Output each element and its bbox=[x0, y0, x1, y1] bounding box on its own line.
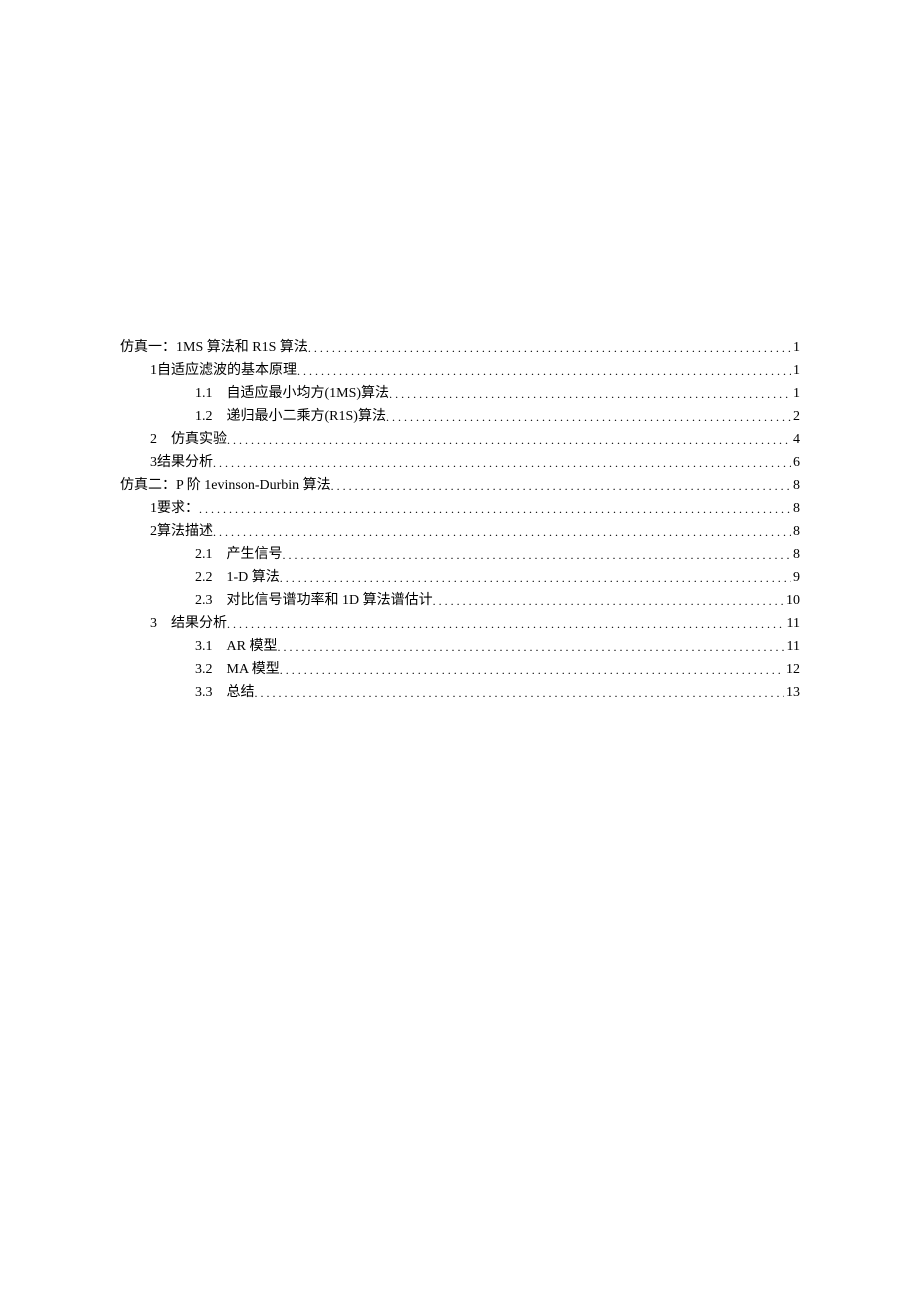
toc-entry-page: 1 bbox=[791, 336, 800, 359]
toc-entry-number: 2.2 bbox=[195, 566, 213, 589]
toc-entry-title: 1-D 算法 bbox=[227, 566, 280, 589]
toc-entry-page: 8 bbox=[791, 474, 800, 497]
toc-entry-number: 3.1 bbox=[195, 635, 213, 658]
toc-leader-dots bbox=[280, 567, 791, 590]
toc-entry-title: 对比信号谱功率和 1D 算法谱估计 bbox=[227, 589, 433, 612]
toc-entry-title: 仿真一：1MS 算法和 R1S 算法 bbox=[120, 336, 308, 359]
toc-entry-title: 结果分析 bbox=[171, 612, 227, 635]
toc-leader-dots bbox=[297, 360, 791, 383]
toc-entry-number: 1.2 bbox=[195, 405, 213, 428]
toc-entry: 2 仿真实验 4 bbox=[120, 428, 800, 451]
toc-entry-page: 12 bbox=[784, 658, 800, 681]
toc-entry: 3结果分析 6 bbox=[120, 451, 800, 474]
toc-leader-dots bbox=[308, 337, 791, 360]
toc-entry-page: 1 bbox=[791, 359, 800, 382]
toc-leader-dots bbox=[227, 429, 791, 452]
toc-entry: 2.3 对比信号谱功率和 1D 算法谱估计 10 bbox=[120, 589, 800, 612]
toc-entry-title: 自适应滤波的基本原理 bbox=[157, 359, 297, 382]
toc-leader-dots bbox=[277, 636, 784, 659]
toc-entry-number: 2.3 bbox=[195, 589, 213, 612]
toc-entry-number: 2 bbox=[150, 520, 157, 543]
toc-entry-number: 1.1 bbox=[195, 382, 213, 405]
toc-entry-page: 1 bbox=[791, 382, 800, 405]
toc-entry-title: 总结 bbox=[227, 681, 255, 704]
table-of-contents: 仿真一：1MS 算法和 R1S 算法11自适应滤波的基本原理11.1自适应最小均… bbox=[120, 336, 800, 704]
toc-entry: 3.1 AR 模型 11 bbox=[120, 635, 800, 658]
toc-entry-number: 3.2 bbox=[195, 658, 213, 681]
toc-entry-title: MA 模型 bbox=[227, 658, 280, 681]
toc-entry-number: 1 bbox=[150, 497, 157, 520]
toc-entry-number: 3.3 bbox=[195, 681, 213, 704]
toc-entry: 仿真一：1MS 算法和 R1S 算法 1 bbox=[120, 336, 800, 359]
toc-leader-dots bbox=[255, 682, 785, 705]
toc-entry-number: 2.1 bbox=[195, 543, 213, 566]
toc-leader-dots bbox=[213, 521, 791, 544]
toc-leader-dots bbox=[331, 475, 791, 498]
toc-entry: 仿真二：P 阶 1evinson-Durbin 算法 8 bbox=[120, 474, 800, 497]
toc-entry: 2.1 产生信号 8 bbox=[120, 543, 800, 566]
toc-entry: 3 结果分析 11 bbox=[120, 612, 800, 635]
toc-entry-title: 产生信号 bbox=[227, 543, 283, 566]
toc-leader-dots bbox=[283, 544, 792, 567]
toc-leader-dots bbox=[386, 406, 791, 429]
toc-entry-title: 要求： bbox=[157, 497, 199, 520]
toc-entry: 2算法描述 8 bbox=[120, 520, 800, 543]
toc-entry-page: 2 bbox=[791, 405, 800, 428]
toc-entry-title: 算法描述 bbox=[157, 520, 213, 543]
toc-entry-title: AR 模型 bbox=[227, 635, 278, 658]
toc-entry: 2.2 1-D 算法 9 bbox=[120, 566, 800, 589]
toc-entry: 3.2 MA 模型 12 bbox=[120, 658, 800, 681]
toc-leader-dots bbox=[213, 452, 791, 475]
toc-leader-dots bbox=[433, 590, 784, 613]
toc-entry-page: 8 bbox=[791, 520, 800, 543]
toc-entry-page: 8 bbox=[791, 543, 800, 566]
toc-entry-number: 3 bbox=[150, 451, 157, 474]
toc-entry-number: 1 bbox=[150, 359, 157, 382]
toc-entry-title: 仿真实验 bbox=[171, 428, 227, 451]
toc-entry-page: 10 bbox=[784, 589, 800, 612]
toc-entry-page: 9 bbox=[791, 566, 800, 589]
toc-entry-title: 结果分析 bbox=[157, 451, 213, 474]
toc-entry: 1自适应滤波的基本原理1 bbox=[120, 359, 800, 382]
toc-entry-title: 递归最小二乘方(R1S)算法 bbox=[227, 405, 386, 428]
toc-leader-dots bbox=[227, 613, 785, 636]
toc-leader-dots bbox=[280, 659, 784, 682]
toc-entry: 1.1 自适应最小均方(1MS)算法 1 bbox=[120, 382, 800, 405]
toc-entry-page: 8 bbox=[791, 497, 800, 520]
toc-entry-title: 自适应最小均方(1MS)算法 bbox=[227, 382, 390, 405]
toc-entry-page: 11 bbox=[785, 635, 800, 658]
toc-entry-page: 4 bbox=[791, 428, 800, 451]
toc-entry: 1.2 递归最小二乘方(R1S)算法 2 bbox=[120, 405, 800, 428]
toc-entry: 1要求： 8 bbox=[120, 497, 800, 520]
toc-entry: 3.3 总结 13 bbox=[120, 681, 800, 704]
toc-entry-number: 3 bbox=[150, 612, 157, 635]
toc-entry-page: 13 bbox=[784, 681, 800, 704]
toc-entry-number: 2 bbox=[150, 428, 157, 451]
toc-leader-dots bbox=[389, 383, 791, 406]
toc-entry-page: 6 bbox=[791, 451, 800, 474]
toc-entry-page: 11 bbox=[785, 612, 800, 635]
toc-entry-title: 仿真二：P 阶 1evinson-Durbin 算法 bbox=[120, 474, 331, 497]
toc-leader-dots bbox=[199, 498, 791, 521]
